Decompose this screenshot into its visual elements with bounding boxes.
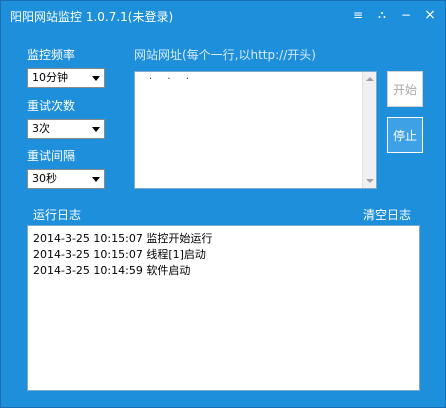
chevron-down-icon (92, 177, 100, 182)
retry-interval-value: 30秒 (32, 172, 57, 185)
scroll-up-icon[interactable] (366, 77, 374, 81)
close-icon: × (424, 7, 436, 23)
stop-button[interactable]: 停止 (387, 117, 423, 153)
skin-icon: ⛬ (378, 8, 386, 21)
close-button[interactable]: × (419, 5, 441, 25)
frequency-select[interactable]: 10分钟 (27, 68, 105, 88)
log-panel[interactable]: 2014-3-25 10:15:07 监控开始运行 2014-3-25 10:1… (27, 225, 420, 391)
scroll-down-icon[interactable] (366, 179, 374, 183)
retry-count-select[interactable]: 3次 (27, 119, 105, 139)
retry-interval-label: 重试间隔 (27, 149, 76, 163)
log-label: 运行日志 (33, 208, 82, 222)
minimize-icon: − (400, 8, 412, 22)
url-list-scrollbar[interactable] (362, 72, 376, 188)
clear-log-link[interactable]: 清空日志 (363, 206, 411, 223)
chevron-down-icon (92, 127, 100, 132)
log-line: 2014-3-25 10:15:07 监控开始运行 (33, 232, 213, 245)
minimize-button[interactable]: − (395, 5, 417, 25)
retry-count-label: 重试次数 (27, 99, 76, 113)
menu-icon: ≡ (352, 8, 364, 22)
log-line: 2014-3-25 10:14:59 软件启动 (33, 264, 191, 277)
log-line: 2014-3-25 10:15:07 线程[1]启动 (33, 248, 206, 261)
frequency-label: 监控频率 (27, 48, 76, 62)
window-title: 阳阳网站监控 1.0.7.1(未登录) (10, 10, 174, 24)
retry-interval-select[interactable]: 30秒 (27, 169, 105, 189)
url-list-label: 网站网址(每个一行,以http://开头) (134, 48, 316, 62)
url-list-content: · · · (149, 74, 195, 85)
title-bar: 阳阳网站监控 1.0.7.1(未登录) ≡ ⛬ − × (1, 1, 446, 31)
url-list-textarea[interactable]: · · · (134, 71, 377, 189)
settings-menu-button[interactable]: ≡ (347, 5, 369, 25)
app-window: 阳阳网站监控 1.0.7.1(未登录) ≡ ⛬ − × 监控频率 10分钟 重试… (0, 0, 446, 408)
start-button[interactable]: 开始 (387, 71, 423, 107)
chevron-down-icon (92, 76, 100, 81)
frequency-value: 10分钟 (32, 71, 68, 84)
retry-count-value: 3次 (32, 122, 50, 135)
skin-button[interactable]: ⛬ (371, 5, 393, 25)
